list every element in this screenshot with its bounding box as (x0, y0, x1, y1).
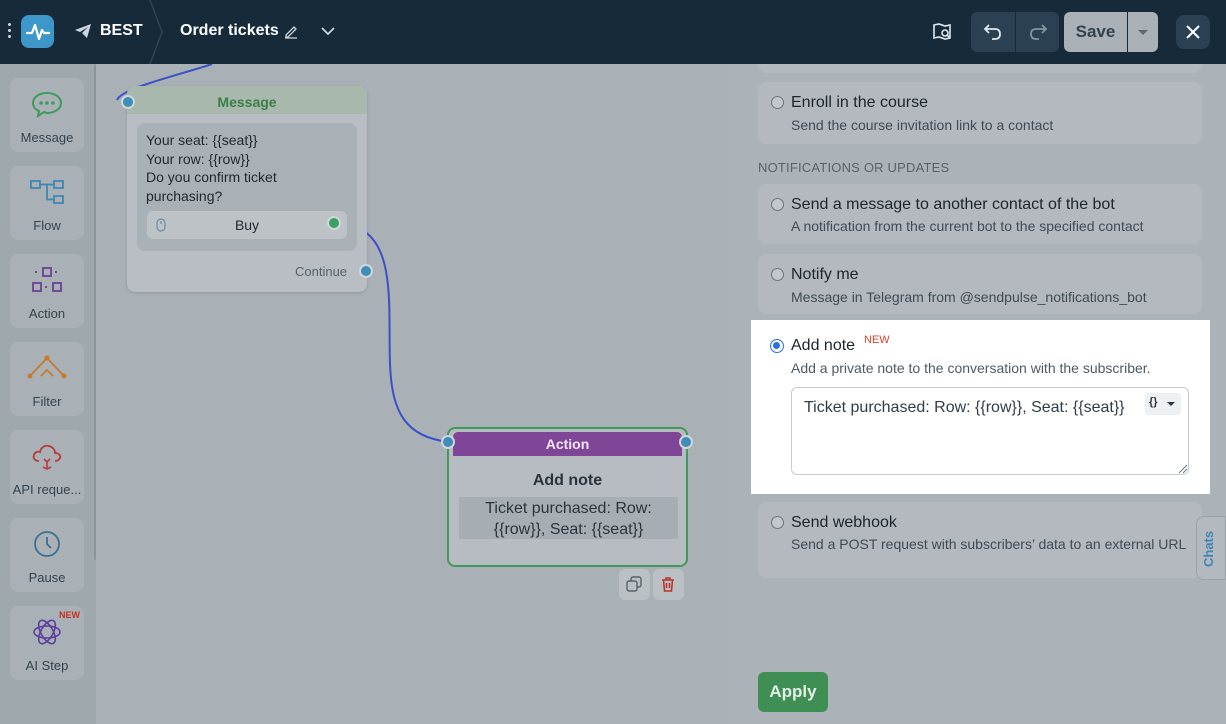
action-node-title: Add note (532, 472, 603, 489)
save-options-dropdown[interactable] (1128, 12, 1158, 52)
sidebar-item-label: AI Step (25, 658, 69, 673)
undo-icon (983, 24, 1001, 40)
sidebar-item-label: Action (28, 306, 66, 321)
section-heading-notifications: NOTIFICATIONS OR UPDATES (758, 160, 950, 175)
close-icon (1186, 25, 1200, 39)
sidebar-item-label: Pause (28, 570, 66, 585)
message-line: Do you confirm ticket (146, 169, 277, 185)
edit-pencil-icon[interactable] (283, 23, 299, 39)
option-send-message-contact[interactable]: Send a message to another contact of the… (758, 184, 1202, 244)
radio-send-message-contact[interactable] (771, 198, 784, 211)
chats-side-tab[interactable]: Chats (1196, 516, 1226, 580)
action-input-port[interactable] (441, 435, 455, 449)
option-title: Send a message to another contact of the… (791, 196, 1115, 213)
option-title: Add note (791, 337, 856, 354)
action-node-note: Ticket purchased: Row: {{row}}, Seat: {{… (459, 497, 678, 539)
flow-title: Order tickets (180, 22, 279, 39)
previous-option-card[interactable] (758, 64, 1202, 73)
message-input-port[interactable] (121, 95, 135, 109)
save-button[interactable]: Save (1064, 12, 1127, 52)
chevron-down-icon[interactable] (320, 25, 336, 37)
sidebar-item-filter[interactable]: Filter (10, 342, 84, 416)
sidebar-item-label: Message (20, 130, 74, 145)
duplicate-node-button[interactable] (619, 569, 650, 600)
telegram-icon (75, 24, 91, 38)
option-enroll-course[interactable]: Enroll in the course Send the course inv… (758, 82, 1202, 144)
radio-enroll-course[interactable] (771, 96, 784, 109)
buy-button-label: Buy (234, 217, 260, 233)
breadcrumb-divider (149, 0, 163, 64)
resize-grip-icon[interactable] (1178, 464, 1188, 474)
action-icon (32, 267, 62, 292)
sidebar-item-message[interactable]: Message (10, 78, 84, 152)
app-logo[interactable] (21, 15, 54, 48)
message-node-header: Message (127, 86, 367, 114)
note-line: {{row}}, Seat: {{seat}} (493, 521, 644, 538)
top-bar: BEST Order tickets Save (0, 0, 1226, 64)
message-line: Your row: {{row}} (146, 150, 250, 167)
insert-variable-button[interactable]: {} (1145, 393, 1181, 415)
option-send-webhook[interactable]: Send webhook Send a POST request with su… (758, 502, 1202, 578)
buy-output-port[interactable] (327, 216, 341, 230)
sidebar-item-label: Flow (33, 218, 61, 233)
bot-name: BEST (100, 22, 143, 39)
map-search-icon[interactable] (932, 22, 952, 42)
option-notify-me[interactable]: Notify me Message in Telegram from @send… (758, 254, 1202, 314)
filter-icon (27, 355, 67, 379)
sidebar-item-flow[interactable]: Flow (10, 166, 84, 240)
option-description: A notification from the current bot to t… (791, 218, 1144, 234)
option-description: Send the course invitation link to a con… (791, 117, 1054, 133)
sidebar-item-ai-step[interactable]: NEW AI Step (10, 606, 84, 680)
radio-notify-me[interactable] (771, 268, 784, 281)
option-title: Notify me (791, 266, 859, 283)
close-button[interactable] (1176, 15, 1210, 49)
note-text-input[interactable] (791, 387, 1189, 475)
clock-icon (34, 531, 60, 557)
option-description: Message in Telegram from @sendpulse_noti… (791, 289, 1147, 305)
mouse-icon (156, 218, 166, 232)
note-line: Ticket purchased: Row: (485, 500, 652, 517)
message-bubble-icon (31, 91, 63, 118)
action-node-header: Action (453, 432, 682, 456)
api-cloud-icon (32, 444, 62, 470)
action-output-port[interactable] (679, 435, 693, 449)
apply-button[interactable]: Apply (758, 672, 828, 712)
message-line: purchasing? (146, 187, 223, 204)
option-title: Enroll in the course (791, 94, 928, 111)
flow-icon (30, 180, 64, 204)
trash-icon (662, 577, 674, 592)
chats-tab-label: Chats (1201, 530, 1216, 567)
message-line: Your seat: {{seat}} (146, 132, 258, 148)
sidebar-item-api-request[interactable]: API reque... (10, 430, 84, 504)
continue-label: Continue (295, 264, 348, 279)
action-node[interactable]: Action Add note Ticket purchased: Row: {… (447, 427, 688, 567)
undo-button[interactable] (971, 12, 1015, 52)
redo-button[interactable] (1016, 12, 1059, 52)
ai-flower-icon (33, 619, 61, 645)
radio-add-note[interactable] (770, 339, 784, 353)
pulse-icon (26, 23, 50, 41)
sidebar-item-pause[interactable]: Pause (10, 518, 84, 592)
message-node[interactable]: Message Your seat: {{seat}} Your row: {{… (127, 86, 367, 292)
option-title: Send webhook (791, 514, 897, 531)
buy-button[interactable]: Buy (147, 211, 347, 239)
sidebar-item-label: API reque... (12, 482, 82, 497)
menu-dots-icon[interactable] (6, 20, 14, 44)
sidebar-item-label: Filter (32, 394, 62, 409)
option-description: Add a private note to the conversation w… (791, 360, 1151, 376)
copy-icon (626, 576, 642, 592)
delete-node-button[interactable] (653, 569, 684, 600)
continue-output-port[interactable] (359, 264, 373, 278)
bot-selector[interactable]: BEST (74, 22, 143, 40)
new-badge: NEW (864, 334, 890, 346)
radio-send-webhook[interactable] (771, 516, 784, 529)
redo-icon (1030, 24, 1048, 40)
option-description: Send a POST request with subscribers’ da… (791, 536, 1187, 552)
sidebar-item-action[interactable]: Action (10, 254, 84, 328)
braces-icon: {} (1149, 396, 1158, 408)
